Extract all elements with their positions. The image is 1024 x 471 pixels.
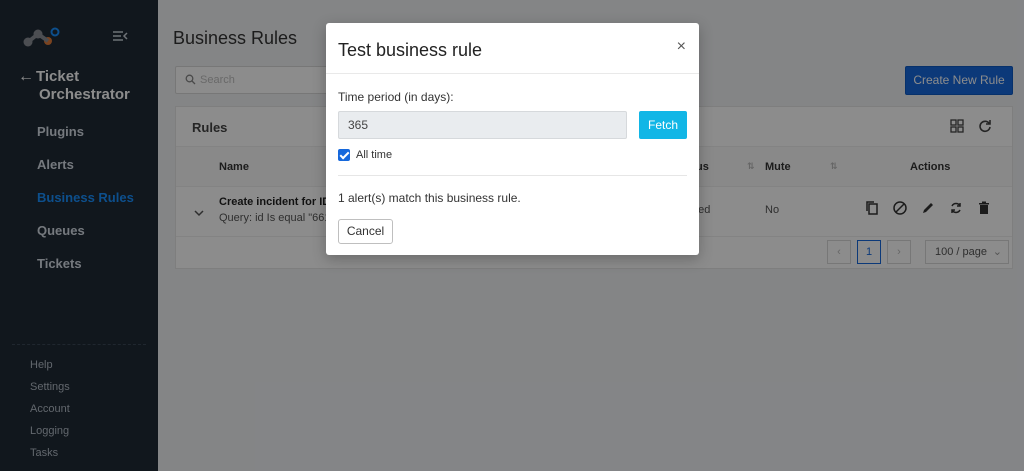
modal-divider [338,175,687,176]
test-rule-modal: Test business rule × Time period (in day… [326,23,699,255]
time-period-input[interactable]: 365 [338,111,627,139]
all-time-checkbox[interactable] [338,149,350,161]
modal-header: Test business rule × [326,23,699,74]
all-time-label: All time [356,149,393,161]
all-time-checkbox-row[interactable]: All time [338,149,392,161]
fetch-button[interactable]: Fetch [639,111,687,139]
close-icon[interactable]: × [677,38,686,56]
time-period-label: Time period (in days): [338,90,454,104]
match-result-text: 1 alert(s) match this business rule. [338,191,521,205]
cancel-button[interactable]: Cancel [338,219,393,244]
modal-title: Test business rule [338,40,483,60]
